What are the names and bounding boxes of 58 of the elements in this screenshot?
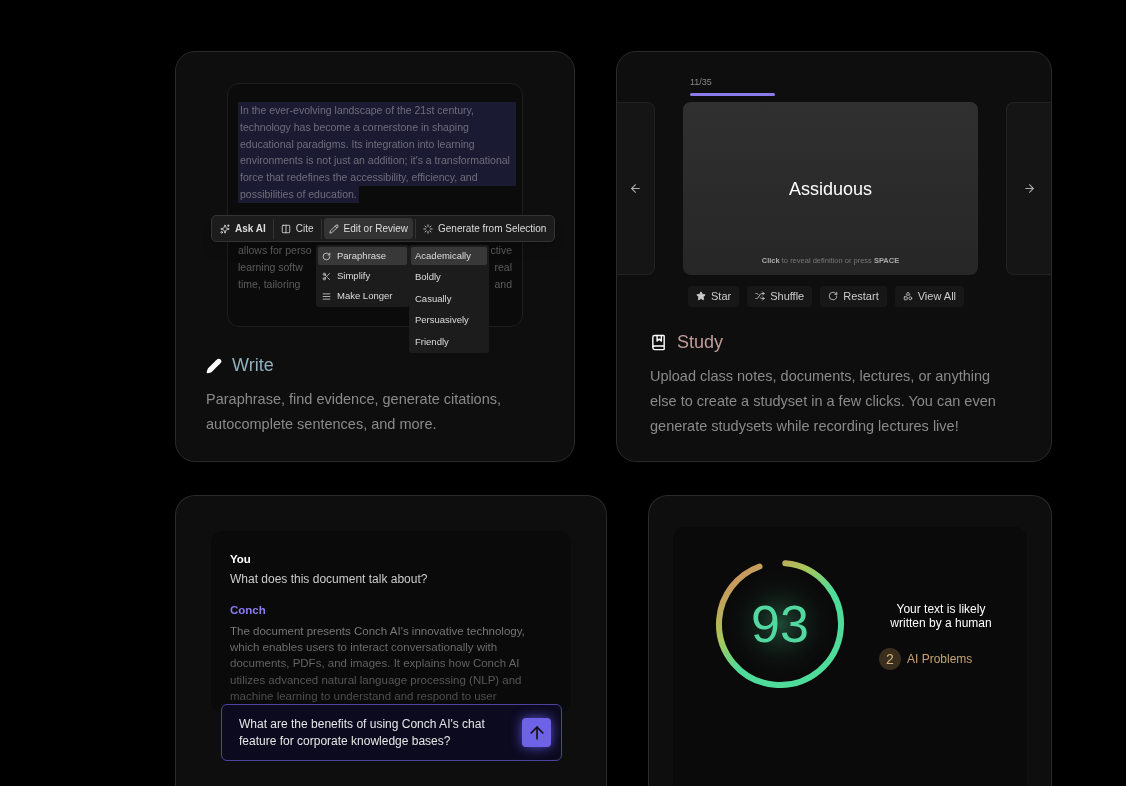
score-value: 93 [751, 598, 809, 650]
input-text: What are the benefits of using Conch AI's chat feature for corporate knowledge bases? [239, 715, 486, 750]
action-button[interactable]: View All [894, 285, 965, 307]
menu-item[interactable]: Persuasively [411, 311, 487, 330]
action-button[interactable]: Star [688, 285, 740, 307]
arrow-left-icon [629, 181, 642, 195]
menu-item[interactable]: Make Longer [318, 287, 407, 305]
circle-arrow-icon [828, 291, 839, 301]
toolbar-button[interactable]: Ask AI [215, 218, 271, 239]
previous-card[interactable] [617, 101, 655, 275]
problem-label: AI Problems [907, 651, 973, 668]
send-button[interactable] [522, 718, 551, 747]
highlighted-text: force that redefines the accessibility, efficiency, and [238, 169, 516, 186]
circle-arrow-icon [322, 251, 331, 261]
faded-text: ctive [490, 244, 512, 256]
toolbar-button[interactable]: Generate from Selection [418, 218, 552, 239]
problem-count: 2 [879, 648, 901, 670]
shapes-icon [902, 291, 913, 301]
arrow-right-icon [1022, 181, 1036, 195]
card-description: Upload class notes, documents, lectures, or anything else to create a studyset in a few clicks. You can even generate studysets while recording lectures live! [650, 366, 997, 436]
book-icon [650, 333, 667, 351]
dotted-circle-icon [423, 223, 434, 234]
flashcard-term: Assiduous [788, 177, 873, 201]
message-text: What does this document talk about? [230, 571, 429, 589]
faded-text: and [494, 278, 512, 290]
message-sender: Conch [230, 603, 267, 619]
highlighted-text: environments is not just an addition; it's a transformational [238, 152, 516, 170]
menu-item[interactable]: Casually [411, 290, 487, 308]
columns-icon [280, 223, 291, 234]
pencil-icon [328, 223, 339, 234]
star-icon [696, 291, 706, 301]
menu-item[interactable]: Academically [411, 247, 487, 265]
chat-input[interactable]: What are the benefits of using Conch AI's chat feature for corporate knowledge bases? [221, 704, 562, 761]
faded-text: allows for perso [238, 244, 312, 256]
action-button[interactable]: Restart [820, 285, 887, 307]
scissors-icon [322, 271, 331, 281]
card-title: Study [677, 330, 724, 354]
menu-item[interactable]: Friendly [411, 333, 487, 351]
verdict-text: Your text is likely written by a human [889, 602, 993, 630]
faded-text: time, tailoring [238, 278, 301, 290]
toolbar-button[interactable]: Edit or Review [323, 218, 414, 239]
progress-label: 11/35 [690, 76, 713, 89]
faded-text: learning softw [238, 261, 303, 273]
pencil-icon [206, 357, 222, 374]
card-title: Write [232, 354, 274, 377]
shuffle-icon [755, 291, 766, 301]
toolbar-button[interactable]: Cite [275, 218, 319, 239]
faded-text: real [494, 261, 512, 273]
message-sender: You [230, 552, 252, 567]
action-button[interactable]: Shuffle [747, 285, 813, 307]
menu-item[interactable]: Boldly [411, 268, 487, 287]
menu-item[interactable]: Simplify [318, 267, 407, 285]
card-description: Paraphrase, find evidence, generate citations, autocomplete sentences, and more. [206, 390, 503, 434]
lines-icon [322, 291, 331, 301]
next-card[interactable] [1006, 101, 1051, 275]
menu-item[interactable]: Paraphrase [318, 247, 407, 265]
sparkles-icon [220, 223, 230, 234]
highlighted-text: In the ever-evolving landscape of the 21st century, [238, 102, 516, 119]
